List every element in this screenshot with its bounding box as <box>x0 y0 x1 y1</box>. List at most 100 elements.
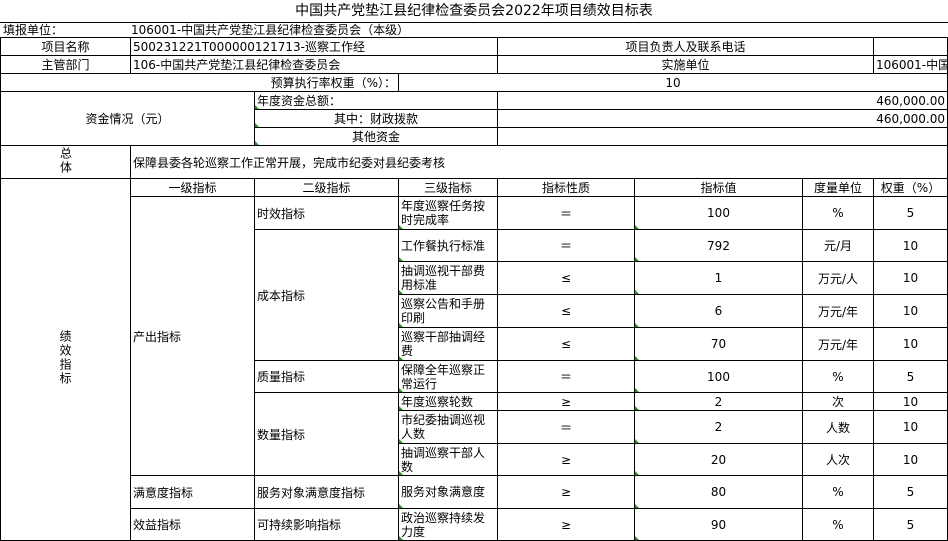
value-cell[interactable]: 70 <box>634 327 803 361</box>
nature-cell[interactable]: ≥ <box>497 392 635 411</box>
weight-cell[interactable]: 5 <box>873 360 948 393</box>
level3-cell[interactable]: 保障全年巡察正常运行 <box>398 360 498 393</box>
unit-cell[interactable]: % <box>802 196 874 230</box>
header-nature: 指标性质 <box>497 178 635 197</box>
weight-cell[interactable]: 10 <box>873 229 948 262</box>
weight-cell[interactable]: 10 <box>873 294 948 328</box>
overall-label-text: 总体 <box>58 146 73 175</box>
leader-phone-label: 项目负责人及联系电话 <box>497 37 874 56</box>
header-value: 指标值 <box>634 178 803 197</box>
level2-sustain: 可持续影响指标 <box>254 508 399 541</box>
value-cell[interactable]: 100 <box>634 360 803 393</box>
value-cell[interactable]: 1 <box>634 261 803 295</box>
level3-cell[interactable]: 抽调巡察干部人数 <box>398 443 498 476</box>
header-unit: 度量单位 <box>802 178 874 197</box>
fund-label: 资金情况（元） <box>0 91 255 146</box>
level3-cell[interactable]: 服务对象满意度 <box>398 475 498 509</box>
annual-total-value[interactable]: 460,000.00 <box>497 91 948 110</box>
budget-rate-value[interactable]: 10 <box>398 73 948 92</box>
level3-cell[interactable]: 抽调巡视干部费用标准 <box>398 261 498 295</box>
leader-phone-value[interactable] <box>873 37 948 56</box>
unit-cell[interactable]: 万元/人 <box>802 261 874 295</box>
value-cell[interactable]: 2 <box>634 410 803 444</box>
nature-cell[interactable]: ≤ <box>497 327 635 361</box>
project-name-label: 项目名称 <box>0 37 131 56</box>
other-fund-value[interactable] <box>497 127 948 146</box>
header-weight: 权重（%） <box>873 178 948 197</box>
level3-cell[interactable]: 年度巡察轮数 <box>398 392 498 411</box>
unit-cell[interactable]: 次 <box>802 392 874 411</box>
performance-table: 项目名称 500231221T000000121713-巡察工作经 项目负责人及… <box>0 37 948 541</box>
weight-cell[interactable]: 10 <box>873 410 948 444</box>
weight-cell[interactable]: 10 <box>873 443 948 476</box>
nature-cell[interactable]: ≤ <box>497 294 635 328</box>
level2-service: 服务对象满意度指标 <box>254 475 399 509</box>
level3-cell[interactable]: 巡察干部抽调经费 <box>398 327 498 361</box>
unit-cell[interactable]: % <box>802 475 874 509</box>
weight-cell[interactable]: 5 <box>873 475 948 509</box>
supervisor-value[interactable]: 106-中国共产党垫江县纪律检查委员会 <box>130 55 498 74</box>
fill-unit-value: 106001-中国共产党垫江县纪律检查委员会（本级） <box>131 23 410 37</box>
weight-cell[interactable]: 10 <box>873 261 948 295</box>
nature-cell[interactable]: ≥ <box>497 475 635 509</box>
unit-cell[interactable]: % <box>802 360 874 393</box>
level3-cell[interactable]: 工作餐执行标准 <box>398 229 498 262</box>
header-level1: 一级指标 <box>130 178 255 197</box>
unit-cell[interactable]: % <box>802 508 874 541</box>
weight-cell[interactable]: 10 <box>873 392 948 411</box>
header-level3: 三级指标 <box>398 178 498 197</box>
value-cell[interactable]: 2 <box>634 392 803 411</box>
level1-output: 产出指标 <box>130 196 255 476</box>
page-title: 中国共产党垫江县纪律检查委员会2022年项目绩效目标表 <box>295 3 653 19</box>
performance-sheet: 中国共产党垫江县纪律检查委员会2022年项目绩效目标表 填报单位： 106001… <box>0 0 948 541</box>
overall-goal[interactable]: 保障县委各轮巡察工作正常开展，完成市纪委对县纪委考核 <box>130 145 948 179</box>
unit-cell[interactable]: 元/月 <box>802 229 874 262</box>
level2-cost: 成本指标 <box>254 229 399 361</box>
impl-unit-value[interactable]: 106001-中国共产党垫 <box>873 55 948 74</box>
project-name-value[interactable]: 500231221T000000121713-巡察工作经 <box>130 37 498 56</box>
level3-cell[interactable]: 年度巡察任务按时完成率 <box>398 196 498 230</box>
header-level2: 二级指标 <box>254 178 399 197</box>
level3-cell[interactable]: 巡察公告和手册印刷 <box>398 294 498 328</box>
weight-cell[interactable]: 10 <box>873 327 948 361</box>
unit-cell[interactable]: 万元/年 <box>802 294 874 328</box>
fill-unit-row: 填报单位： 106001-中国共产党垫江县纪律检查委员会（本级） <box>0 22 948 38</box>
nature-cell[interactable]: ≤ <box>497 261 635 295</box>
value-cell[interactable]: 100 <box>634 196 803 230</box>
fill-unit-label: 填报单位： <box>3 23 64 37</box>
fiscal-label: 其中：财政拨款 <box>254 109 498 128</box>
nature-cell[interactable]: ＝ <box>497 196 635 230</box>
nature-cell[interactable]: ≥ <box>497 508 635 541</box>
table-row: 满意度指标 服务对象满意度指标 服务对象满意度 ≥ 80 % 5 <box>1 475 948 509</box>
level3-cell[interactable]: 市纪委抽调巡视人数 <box>398 410 498 444</box>
level2-quality: 质量指标 <box>254 360 399 393</box>
level1-benefit: 效益指标 <box>130 508 255 541</box>
table-row: 产出指标 时效指标 年度巡察任务按时完成率 ＝ 100 % 5 <box>1 196 948 476</box>
nature-cell[interactable]: ＝ <box>497 360 635 393</box>
value-cell[interactable]: 80 <box>634 475 803 509</box>
perf-label: 绩效指标 <box>0 178 131 541</box>
perf-label-text: 绩效指标 <box>58 330 72 386</box>
value-cell[interactable]: 90 <box>634 508 803 541</box>
fiscal-value[interactable]: 460,000.00 <box>497 109 948 128</box>
nature-cell[interactable]: ≥ <box>497 443 635 476</box>
level1-satisfaction: 满意度指标 <box>130 475 255 509</box>
level3-cell[interactable]: 政治巡察持续发力度 <box>398 508 498 541</box>
value-cell[interactable]: 6 <box>634 294 803 328</box>
unit-cell[interactable]: 人次 <box>802 443 874 476</box>
level2-time: 时效指标 <box>254 196 399 230</box>
value-cell[interactable]: 792 <box>634 229 803 262</box>
other-fund-label: 其他资金 <box>254 127 498 146</box>
level2-quantity: 数量指标 <box>254 392 399 476</box>
nature-cell[interactable]: ＝ <box>497 410 635 444</box>
weight-cell[interactable]: 5 <box>873 196 948 230</box>
overall-label: 总体 <box>0 145 131 179</box>
fund-label-text: 资金情况（元） <box>85 111 170 126</box>
unit-cell[interactable]: 万元/年 <box>802 327 874 361</box>
supervisor-label: 主管部门 <box>0 55 131 74</box>
unit-cell[interactable]: 人数 <box>802 410 874 444</box>
nature-cell[interactable]: ＝ <box>497 229 635 262</box>
weight-cell[interactable]: 5 <box>873 508 948 541</box>
value-cell[interactable]: 20 <box>634 443 803 476</box>
budget-rate-label: 预算执行率权重（%）： <box>0 73 399 92</box>
